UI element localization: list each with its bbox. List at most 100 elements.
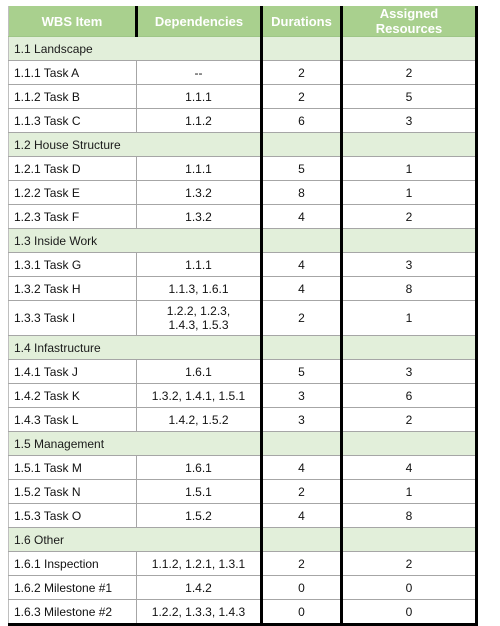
table-row[interactable]: 1.2.1 Task D 1.1.1 5 1 [8,156,477,181]
cell-duration: 6 [261,108,343,133]
table-row[interactable]: 1.5.2 Task N 1.5.1 2 1 [8,479,477,504]
cell-wbs-item: 1.6 Other [8,527,137,552]
table-group-row[interactable]: 1.1 Landscape [8,36,477,61]
wbs-table: WBS Item Dependencies Durations Assigned… [8,6,478,626]
cell-dependencies: 1.1.1 [136,252,263,277]
cell-duration [261,228,343,253]
wbs-table-container: WBS Item Dependencies Durations Assigned… [8,6,478,626]
cell-assigned-resources [341,335,477,360]
table-row[interactable]: 1.6.2 Milestone #1 1.4.2 0 0 [8,575,477,600]
cell-wbs-item: 1.5.3 Task O [8,503,137,528]
cell-assigned-resources: 5 [341,84,477,109]
cell-wbs-item: 1.6.2 Milestone #1 [8,575,137,600]
cell-duration: 0 [261,599,343,625]
cell-assigned-resources [341,36,477,61]
cell-dependencies: 1.6.1 [136,359,263,384]
cell-assigned-resources [341,132,477,157]
cell-assigned-resources: 6 [341,383,477,408]
cell-duration: 4 [261,276,343,301]
cell-wbs-item: 1.6.3 Milestone #2 [8,599,137,625]
table-group-row[interactable]: 1.2 House Structure [8,132,477,157]
table-row[interactable]: 1.5.3 Task O 1.5.2 4 8 [8,503,477,528]
cell-dependencies: 1.5.1 [136,479,263,504]
cell-wbs-item: 1.2.2 Task E [8,180,137,205]
cell-dependencies [136,132,263,157]
cell-duration: 3 [261,407,343,432]
cell-duration: 5 [261,156,343,181]
cell-assigned-resources: 3 [341,359,477,384]
table-header: WBS Item Dependencies Durations Assigned… [8,6,477,37]
cell-wbs-item: 1.4.1 Task J [8,359,137,384]
table-group-row[interactable]: 1.6 Other [8,527,477,552]
cell-assigned-resources: 8 [341,503,477,528]
table-body: 1.1 Landscape 1.1.1 Task A -- 2 2 1.1.2 Task … [8,36,477,625]
cell-dependencies: 1.3.2, 1.4.1, 1.5.1 [136,383,263,408]
table-row[interactable]: 1.2.2 Task E 1.3.2 8 1 [8,180,477,205]
table-row[interactable]: 1.3.1 Task G 1.1.1 4 3 [8,252,477,277]
cell-dependencies: 1.6.1 [136,455,263,480]
table-row[interactable]: 1.2.3 Task F 1.3.2 4 2 [8,204,477,229]
table-row[interactable]: 1.3.3 Task I 1.2.2, 1.2.3, 1.4.3, 1.5.3 2 1 [8,300,477,336]
table-row[interactable]: 1.4.3 Task L 1.4.2, 1.5.2 3 2 [8,407,477,432]
column-header-wbs-item: WBS Item [8,6,138,37]
table-row[interactable]: 1.1.1 Task A -- 2 2 [8,60,477,85]
cell-dependencies: 1.1.2 [136,108,263,133]
cell-assigned-resources: 1 [341,479,477,504]
cell-dependencies: 1.4.2, 1.5.2 [136,407,263,432]
cell-assigned-resources [341,228,477,253]
cell-assigned-resources: 2 [341,60,477,85]
cell-wbs-item: 1.6.1 Inspection [8,551,137,576]
table-row[interactable]: 1.6.1 Inspection 1.1.2, 1.2.1, 1.3.1 2 2 [8,551,477,576]
cell-wbs-item: 1.1.1 Task A [8,60,137,85]
cell-assigned-resources [341,431,477,456]
header-row: WBS Item Dependencies Durations Assigned… [8,6,477,37]
cell-dependencies [136,431,263,456]
cell-duration: 3 [261,383,343,408]
cell-wbs-item: 1.2.1 Task D [8,156,137,181]
cell-dependencies: 1.5.2 [136,503,263,528]
table-row[interactable]: 1.3.2 Task H 1.1.3, 1.6.1 4 8 [8,276,477,301]
cell-assigned-resources: 2 [341,551,477,576]
cell-dependencies: 1.1.3, 1.6.1 [136,276,263,301]
table-row[interactable]: 1.6.3 Milestone #2 1.2.2, 1.3.3, 1.4.3 0 0 [8,599,477,625]
cell-wbs-item: 1.5.2 Task N [8,479,137,504]
cell-assigned-resources: 2 [341,204,477,229]
cell-assigned-resources: 2 [341,407,477,432]
cell-duration: 8 [261,180,343,205]
cell-dependencies [136,228,263,253]
table-row[interactable]: 1.4.1 Task J 1.6.1 5 3 [8,359,477,384]
cell-wbs-item: 1.2.3 Task F [8,204,137,229]
cell-wbs-item: 1.3 Inside Work [8,228,137,253]
cell-duration [261,132,343,157]
cell-wbs-item: 1.1.2 Task B [8,84,137,109]
cell-wbs-item: 1.2 House Structure [8,132,137,157]
cell-assigned-resources: 1 [341,156,477,181]
cell-duration: 4 [261,252,343,277]
cell-duration: 2 [261,479,343,504]
table-row[interactable]: 1.4.2 Task K 1.3.2, 1.4.1, 1.5.1 3 6 [8,383,477,408]
cell-dependencies: 1.1.2, 1.2.1, 1.3.1 [136,551,263,576]
table-group-row[interactable]: 1.3 Inside Work [8,228,477,253]
table-group-row[interactable]: 1.4 Infastructure [8,335,477,360]
table-row[interactable]: 1.1.2 Task B 1.1.1 2 5 [8,84,477,109]
cell-wbs-item: 1.4 Infastructure [8,335,137,360]
cell-wbs-item: 1.3.2 Task H [8,276,137,301]
cell-duration: 5 [261,359,343,384]
table-row[interactable]: 1.5.1 Task M 1.6.1 4 4 [8,455,477,480]
column-header-assigned-resources: Assigned Resources [341,6,477,37]
table-group-row[interactable]: 1.5 Management [8,431,477,456]
table-row[interactable]: 1.1.3 Task C 1.1.2 6 3 [8,108,477,133]
cell-assigned-resources [341,527,477,552]
cell-assigned-resources: 0 [341,599,477,625]
cell-dependencies: 1.2.2, 1.2.3, 1.4.3, 1.5.3 [136,300,263,336]
column-header-dependencies: Dependencies [136,6,263,37]
cell-assigned-resources: 4 [341,455,477,480]
cell-duration: 2 [261,60,343,85]
cell-duration: 0 [261,575,343,600]
cell-duration: 2 [261,300,343,336]
cell-dependencies [136,527,263,552]
cell-assigned-resources: 8 [341,276,477,301]
cell-wbs-item: 1.1 Landscape [8,36,137,61]
cell-assigned-resources: 3 [341,108,477,133]
cell-wbs-item: 1.4.3 Task L [8,407,137,432]
